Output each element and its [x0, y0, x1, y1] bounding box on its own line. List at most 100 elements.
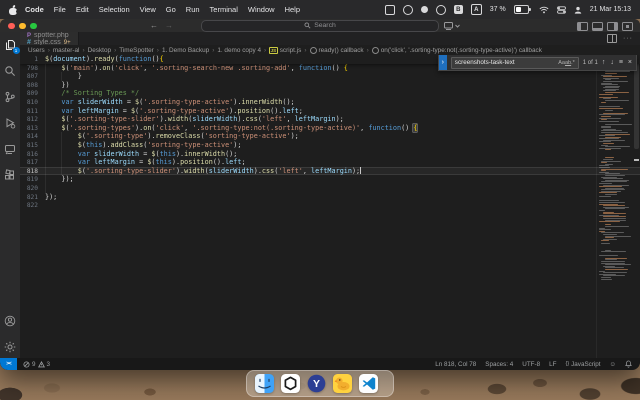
- breadcrumb-item-script-js[interactable]: JSscript.js: [269, 47, 301, 54]
- history-nav: ← →: [150, 19, 173, 32]
- split-editor-button[interactable]: [607, 34, 617, 43]
- line-number[interactable]: 1: [22, 56, 38, 65]
- breadcrumb-item-ready-callback[interactable]: ready() callback: [310, 47, 364, 54]
- status-indentation[interactable]: Spaces: 4: [485, 361, 513, 368]
- window-zoom-button[interactable]: [30, 23, 37, 30]
- screencast-icon[interactable]: [444, 22, 460, 30]
- find-input[interactable]: screenshots-task-text Aaab.*: [451, 57, 579, 69]
- go-back-button[interactable]: ←: [150, 21, 158, 30]
- gear-app-status-icon[interactable]: [421, 6, 428, 13]
- code-line[interactable]: 808 }): [20, 81, 640, 90]
- go-forward-button[interactable]: →: [165, 21, 173, 30]
- dock-cyberduck-icon[interactable]: [333, 374, 352, 393]
- status-eol[interactable]: LF: [549, 361, 556, 368]
- toggle-primary-sidebar-button[interactable]: [577, 22, 588, 31]
- breadcrumb-item-1-demo-copy-4[interactable]: 1. demo copy 4: [217, 47, 261, 54]
- status-language-mode[interactable]: {}JavaScript: [565, 361, 600, 368]
- find-in-selection-button[interactable]: ≡: [619, 59, 623, 66]
- activity-bar-extensions-icon[interactable]: [4, 168, 17, 181]
- breadcrumb-item-timespotter[interactable]: TimeSpotter: [119, 47, 154, 54]
- battery-percent[interactable]: 37 %: [490, 6, 506, 13]
- activity-bar-manage-icon[interactable]: [4, 340, 17, 353]
- user-switch-icon[interactable]: [574, 6, 582, 14]
- window-close-button[interactable]: [8, 23, 15, 30]
- code-line[interactable]: 812 $('.sorting-type-slider').width(slid…: [20, 115, 640, 124]
- input-source-icon[interactable]: A: [471, 4, 482, 15]
- menu-bar-clock[interactable]: 21 Mar 15:13: [590, 6, 631, 13]
- line-number[interactable]: 822: [22, 202, 38, 211]
- breadcrumb-item-desktop[interactable]: Desktop: [88, 47, 111, 54]
- code-line[interactable]: 807 }: [20, 72, 640, 81]
- code-line[interactable]: 822: [20, 201, 640, 210]
- menu-item-run[interactable]: Run: [181, 5, 205, 14]
- menu-item-file[interactable]: File: [49, 5, 71, 14]
- close-find-button[interactable]: ×: [628, 59, 632, 66]
- code-line[interactable]: 819 });: [20, 175, 640, 184]
- status-notifications[interactable]: [625, 360, 632, 368]
- status-bar: >< 9 3 Ln 818, Col 78 Spaces: 4 UTF-8 LF {}J…: [0, 358, 640, 370]
- activity-bar-search-icon[interactable]: [4, 64, 17, 77]
- more-actions-button[interactable]: ···: [623, 35, 633, 42]
- activity-bar-accounts-icon[interactable]: [4, 314, 17, 327]
- code-line[interactable]: 815 $(this).addClass('sorting-type-activ…: [20, 141, 640, 150]
- customize-layout-button[interactable]: [622, 22, 633, 31]
- code-line[interactable]: 820: [20, 184, 640, 193]
- status-encoding[interactable]: UTF-8: [522, 361, 540, 368]
- menu-item-selection[interactable]: Selection: [94, 5, 135, 14]
- shield-status-icon[interactable]: [385, 5, 395, 15]
- breadcrumb-item-1-demo-backup[interactable]: 1. Demo Backup: [162, 47, 209, 54]
- menu-item-window[interactable]: Window: [243, 5, 280, 14]
- code-line[interactable]: 816 var sliderWidth = $(this).innerWidth…: [20, 150, 640, 159]
- problems-indicator[interactable]: 9 3: [23, 361, 50, 368]
- breadcrumb-item-users[interactable]: Users: [28, 47, 45, 54]
- code-line[interactable]: 817 var leftMargin = $(this).position().…: [20, 158, 640, 167]
- apple-menu-icon[interactable]: [9, 5, 18, 15]
- code-line[interactable]: 814 $('.sorting-type').removeClass('sort…: [20, 132, 640, 141]
- code-line[interactable]: 810 var sliderWidth = $('.sorting-type-a…: [20, 98, 640, 107]
- paw-app-status-icon[interactable]: [436, 5, 446, 15]
- find-match-marker: [634, 159, 639, 161]
- remote-indicator[interactable]: ><: [0, 358, 17, 370]
- wifi-icon[interactable]: [539, 6, 549, 14]
- previous-match-button[interactable]: ↑: [602, 59, 606, 66]
- activity-bar-source-control-icon[interactable]: [4, 90, 17, 103]
- dock-vscode-icon[interactable]: [359, 374, 378, 393]
- battery-icon[interactable]: [514, 5, 531, 14]
- activity-bar-run-and-debug-icon[interactable]: [4, 116, 17, 129]
- code-line[interactable]: 809 /* Sorting Types */: [20, 89, 640, 98]
- control-center-icon[interactable]: [557, 6, 566, 14]
- regex-toggle[interactable]: .*: [571, 60, 575, 66]
- menu-item-terminal[interactable]: Terminal: [205, 5, 243, 14]
- code-editor[interactable]: 1$(document).ready(function(){ 798 $('ma…: [20, 55, 640, 358]
- menu-item-code[interactable]: Code: [20, 5, 49, 14]
- activity-bar-remote-explorer-icon[interactable]: [4, 142, 17, 155]
- dock-chatgpt-icon[interactable]: [281, 374, 300, 393]
- command-center-search[interactable]: Search: [201, 20, 439, 32]
- tab-spotter-php[interactable]: Pspotter.php: [20, 32, 79, 39]
- breadcrumb-item-master-al[interactable]: master-al: [53, 47, 80, 54]
- vertical-scrollbar[interactable]: [632, 55, 640, 358]
- dock-finder-icon[interactable]: [255, 374, 274, 393]
- window-minimize-button[interactable]: [19, 23, 26, 30]
- menu-item-view[interactable]: View: [135, 5, 161, 14]
- status-cursor-position[interactable]: Ln 818, Col 78: [435, 361, 476, 368]
- code-line[interactable]: 821});: [20, 193, 640, 202]
- code-line[interactable]: 811 var leftMargin = $('.sorting-type-ac…: [20, 107, 640, 116]
- activity-bar-explorer-icon[interactable]: 1: [4, 38, 17, 51]
- toggle-panel-button[interactable]: [592, 22, 603, 31]
- code-line[interactable]: 818 $('.sorting-type-slider').width(slid…: [20, 167, 640, 176]
- menu-item-edit[interactable]: Edit: [71, 5, 94, 14]
- breadcrumb-item-on-click-sorting-type-not-sort[interactable]: on('click', '.sorting-type:not(.sorting-…: [372, 47, 542, 54]
- circle-app-status-icon[interactable]: [403, 5, 413, 15]
- match-case-toggle[interactable]: Aa: [558, 60, 565, 66]
- toggle-secondary-sidebar-button[interactable]: [607, 22, 618, 31]
- b-app-status-icon[interactable]: B: [454, 5, 463, 14]
- minimap[interactable]: [596, 55, 632, 358]
- menu-item-go[interactable]: Go: [161, 5, 181, 14]
- code-line[interactable]: 813 $('.sorting-types').on('click', '.so…: [20, 124, 640, 133]
- toggle-replace-button[interactable]: ›: [439, 55, 447, 70]
- status-feedback[interactable]: ☺: [610, 361, 616, 368]
- next-match-button[interactable]: ↓: [610, 59, 614, 66]
- menu-item-help[interactable]: Help: [280, 5, 305, 14]
- dock-yandex-browser-icon[interactable]: Y: [307, 374, 326, 393]
